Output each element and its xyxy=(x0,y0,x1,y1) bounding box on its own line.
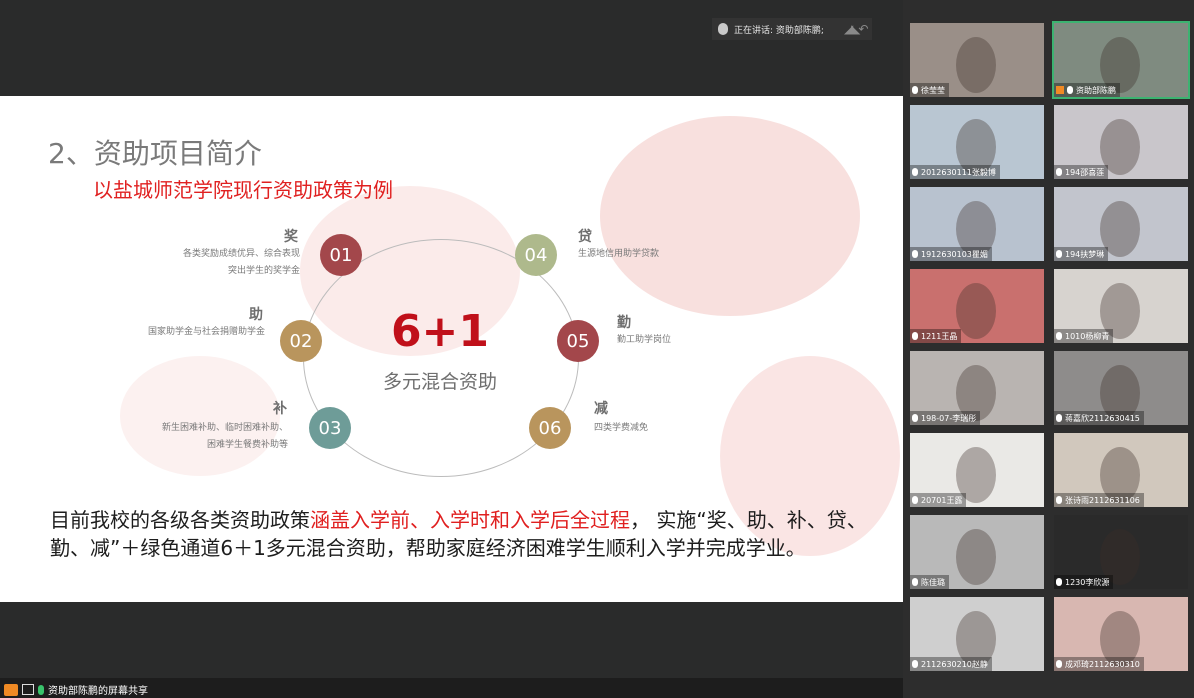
screen-share-label[interactable]: 资助部陈鹏的屏幕共享 xyxy=(4,682,148,697)
item-desc-02: 国家助学金与社会捐赠助学金 xyxy=(147,327,265,337)
microphone-icon xyxy=(1056,250,1062,258)
microphone-icon xyxy=(912,496,918,504)
participant-name-label: 蒋嘉欣2112630415 xyxy=(1054,411,1144,425)
participant-tile[interactable]: 20701王露 xyxy=(910,433,1044,507)
microphone-icon xyxy=(1056,660,1062,668)
participant-video xyxy=(956,283,996,339)
presentation-slide: 2、资助项目简介 以盐城师范学院现行资助政策为例 6+1 多元混合资助 01 奖… xyxy=(0,96,903,602)
microphone-icon xyxy=(718,23,728,35)
item-title-04: 贷 xyxy=(578,229,592,245)
item-title-05: 勤 xyxy=(617,315,631,331)
microphone-icon xyxy=(1056,578,1062,586)
speaking-indicator: 正在讲话: 资助部陈鹏; ◢◣↶ xyxy=(712,18,873,40)
participant-name-label: 194邵喜莲 xyxy=(1054,165,1109,179)
participant-name-label: 成邓琦2112630310 xyxy=(1054,657,1144,671)
participant-tile[interactable]: 徐莹莹 xyxy=(910,23,1044,97)
microphone-icon xyxy=(1056,332,1062,340)
participant-tile[interactable]: 2012630111张毅博 xyxy=(910,105,1044,179)
item-desc-05: 勤工助学岗位 xyxy=(617,335,672,345)
item-badge-06: 06 xyxy=(529,407,571,449)
participant-tile[interactable]: 1010杨柳青 xyxy=(1054,269,1188,343)
participant-name-label: 资助部陈鹏 xyxy=(1054,83,1120,97)
participant-tile[interactable]: 蒋嘉欣2112630415 xyxy=(1054,351,1188,425)
item-badge-04: 04 xyxy=(515,234,557,276)
microphone-icon xyxy=(1067,86,1073,94)
body-highlight: 涵盖入学前、入学时和入学后全过程 xyxy=(310,508,630,532)
participant-name-label: 2112630210赵静 xyxy=(910,657,992,671)
participant-name-label: 198-07-李瑞彤 xyxy=(910,411,981,425)
slide-title: 2、资助项目简介 xyxy=(48,137,262,170)
item-badge-03: 03 xyxy=(309,407,351,449)
slide-body-text: 目前我校的各级各类资助政策涵盖入学前、入学时和入学后全过程， 实施“奖、助、补、… xyxy=(50,508,867,560)
participant-name-label: 张诗雨2112631106 xyxy=(1054,493,1144,507)
participant-tile[interactable]: 198-07-李瑞彤 xyxy=(910,351,1044,425)
participant-name-label: 1010杨柳青 xyxy=(1054,329,1114,343)
microphone-icon xyxy=(912,86,918,94)
item-badge-01: 01 xyxy=(320,234,362,276)
participant-tile[interactable]: 成邓琦2112630310 xyxy=(1054,597,1188,671)
microphone-icon xyxy=(912,250,918,258)
microphone-icon xyxy=(912,168,918,176)
participant-tile[interactable]: 张诗雨2112631106 xyxy=(1054,433,1188,507)
participant-tile[interactable]: 陈佳璐 xyxy=(910,515,1044,589)
microphone-icon xyxy=(912,332,918,340)
microphone-icon xyxy=(1056,414,1062,422)
slide-subtitle: 以盐城师范学院现行资助政策为例 xyxy=(93,178,393,202)
view-controls-icon[interactable]: ◢◣↶ xyxy=(844,22,868,36)
participant-name-label: 20701王露 xyxy=(910,493,967,507)
center-number: 6+1 xyxy=(390,306,490,357)
speaking-label: 正在讲话: 资助部陈鹏; xyxy=(734,25,824,36)
microphone-icon xyxy=(912,660,918,668)
item-title-01: 奖 xyxy=(284,229,298,245)
participant-tile[interactable]: 2112630210赵静 xyxy=(910,597,1044,671)
participant-name-label: 1230李欣源 xyxy=(1054,575,1114,589)
microphone-icon xyxy=(38,684,44,695)
participant-name-label: 1912630103瞿媚 xyxy=(910,247,992,261)
participant-video xyxy=(956,37,996,93)
item-badge-02: 02 xyxy=(280,320,322,362)
item-badge-05: 05 xyxy=(557,320,599,362)
microphone-icon xyxy=(1056,168,1062,176)
participants-panel: 徐莹莹 资助部陈鹏 2012630111张毅博 194邵喜莲 1912630103瞿媚 1… xyxy=(903,0,1194,698)
top-bar: 正在讲话: 资助部陈鹏; ◢◣↶ xyxy=(0,0,903,95)
item-desc-01: 各类奖励成绩优异、综合表现 突出学生的奖学金 xyxy=(182,249,300,276)
center-label: 多元混合资助 xyxy=(382,371,497,393)
participant-tile[interactable]: 1912630103瞿媚 xyxy=(910,187,1044,261)
item-desc-04: 生源地信用助学贷款 xyxy=(578,249,660,259)
item-title-02: 助 xyxy=(249,307,263,323)
item-desc-06: 四类学费减免 xyxy=(594,423,649,433)
microphone-icon xyxy=(1056,496,1062,504)
item-title-06: 减 xyxy=(594,401,608,417)
participant-name-label: 徐莹莹 xyxy=(910,83,949,97)
participant-name-label: 194扶梦琳 xyxy=(1054,247,1109,261)
screen-icon xyxy=(22,684,34,695)
participant-tile[interactable]: 1230李欣源 xyxy=(1054,515,1188,589)
host-icon xyxy=(1056,86,1064,94)
participant-tile[interactable]: 194扶梦琳 xyxy=(1054,187,1188,261)
item-desc-03: 新生困难补助、临时困难补助、 困难学生餐费补助等 xyxy=(161,423,288,450)
decor-splash xyxy=(600,116,860,316)
microphone-icon xyxy=(912,414,918,422)
participant-name-label: 陈佳璐 xyxy=(910,575,949,589)
shared-screen-area: 正在讲话: 资助部陈鹏; ◢◣↶ 2、资助项目简介 以盐城师范学院现行资助政策为… xyxy=(0,0,903,698)
user-icon xyxy=(4,683,18,696)
microphone-icon xyxy=(912,578,918,586)
participant-tile[interactable]: 194邵喜莲 xyxy=(1054,105,1188,179)
item-title-03: 补 xyxy=(273,401,287,417)
participant-tile[interactable]: 资助部陈鹏 xyxy=(1052,21,1190,99)
participant-name-label: 2012630111张毅博 xyxy=(910,165,1000,179)
participant-video xyxy=(956,529,996,585)
decor-splash xyxy=(120,356,280,476)
participant-name-label: 1211王晶 xyxy=(910,329,962,343)
participant-tile[interactable]: 1211王晶 xyxy=(910,269,1044,343)
